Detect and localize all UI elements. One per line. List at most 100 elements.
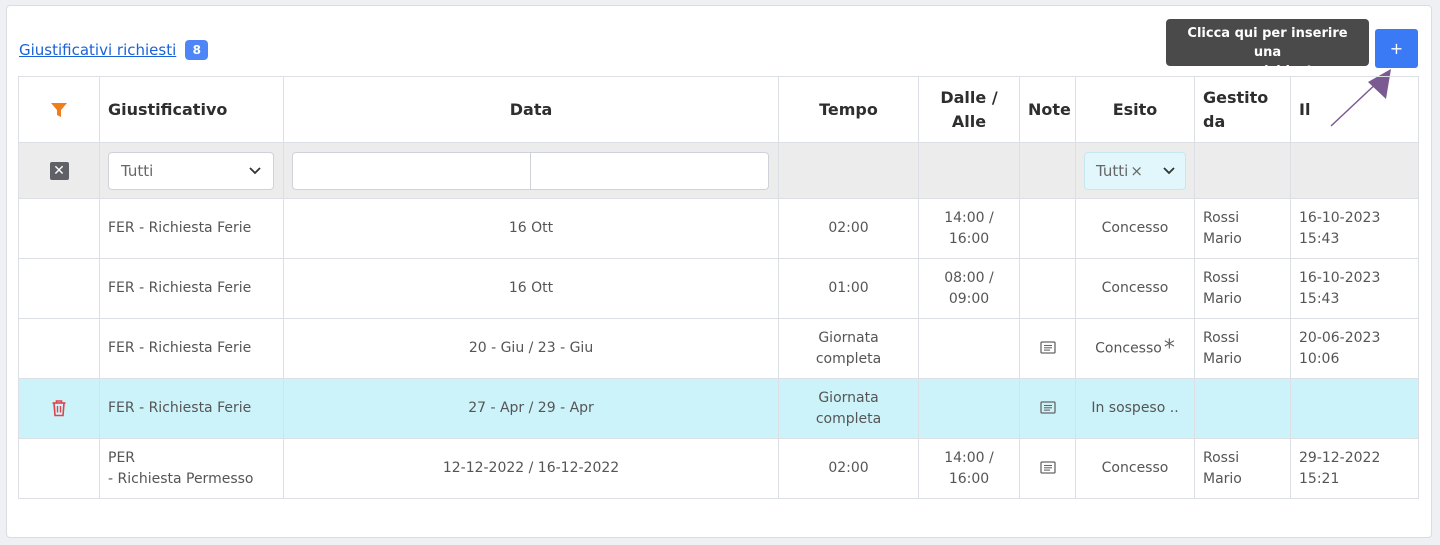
note-icon[interactable] [1039,341,1056,355]
il-time: 10:06 [1299,350,1340,367]
note-icon[interactable] [1039,401,1056,415]
dalle-alle-cell: 08:00 / 09:00 [918,258,1020,319]
giustificativo-text: FER - Richiesta Ferie [108,340,252,356]
row-action-cell [18,198,100,259]
il-time: 15:43 [1299,290,1340,307]
chevron-down-icon [249,166,261,174]
note-icon[interactable] [1039,461,1056,475]
header-dalle-line1: Dalle / [940,87,998,107]
tempo-line1: Giornata [818,329,879,346]
data-cell: 16 Ott [283,198,779,259]
add-request-button[interactable]: + [1375,29,1418,68]
dalle-alle-cell [918,318,1020,379]
row-action-cell [18,318,100,379]
filter-gestito-cell [1194,142,1291,199]
esito-cell: Concesso [1075,438,1195,499]
table-header-row: Giustificativo Data Tempo Dalle / Alle N… [18,76,1419,143]
tempo-line1: Giornata [818,389,879,406]
il-date: 16-10-2023 [1299,269,1381,286]
title-row: Giustificativi richiesti 8 [19,38,209,62]
giustificativo-code: PER [108,449,136,466]
tempo-line2: completa [815,410,882,427]
giustificativo-cell: FER - Richiesta Ferie [99,378,284,439]
add-request-tooltip: Clicca qui per inserire una nuova richie… [1166,19,1369,79]
header-giustificativo[interactable]: Giustificativo [99,76,284,143]
giustificativo-text: FER - Richiesta Ferie [108,400,252,416]
esito-cell: Concesso [1075,258,1195,319]
filter-esito-cell: Tutti × [1075,142,1195,199]
table-row[interactable]: FER - Richiesta Ferie 20 - Giu / 23 - Gi… [18,318,1419,379]
dalle-alle-cell: 14:00 / 16:00 [918,438,1020,499]
requests-table: Giustificativo Data Tempo Dalle / Alle N… [18,76,1419,499]
header-data[interactable]: Data [283,76,779,143]
clear-filters-icon[interactable]: ✕ [49,161,69,180]
row-action-cell [18,258,100,319]
gestito-surname: Rossi [1203,329,1240,346]
requests-title-link[interactable]: Giustificativi richiesti [19,41,176,59]
esito-filter-value: Tutti [1096,161,1129,180]
filter-note-cell [1019,142,1076,199]
il-cell: 29-12-2022 15:21 [1290,438,1419,499]
il-cell: 20-06-2023 10:06 [1290,318,1419,379]
header-gestito-da[interactable]: Gestito da [1194,76,1291,143]
il-date: 20-06-2023 [1299,329,1381,346]
giustificativo-filter-select[interactable]: Tutti [108,151,274,190]
filter-tempo-cell [778,142,919,199]
chevron-down-icon [1163,166,1175,174]
note-cell [1019,378,1076,439]
header-esito[interactable]: Esito [1075,76,1195,143]
date-from-input[interactable] [293,152,530,189]
gestito-surname: Rossi [1203,449,1240,466]
esito-cell: Concesso* [1075,318,1195,379]
data-cell: 12-12-2022 / 16-12-2022 [283,438,779,499]
data-cell: 27 - Apr / 29 - Apr [283,378,779,439]
gestito-surname: Rossi [1203,269,1240,286]
tempo-cell: Giornata completa [778,378,919,439]
tempo-cell: Giornata completa [778,318,919,379]
table-row[interactable]: FER - Richiesta Ferie 27 - Apr / 29 - Ap… [18,378,1419,439]
filter-funnel-icon[interactable] [50,101,68,119]
giustificativo-text: FER - Richiesta Ferie [108,220,252,236]
note-cell [1019,258,1076,319]
tempo-cell: 02:00 [778,198,919,259]
tooltip-line-1: Clicca qui per inserire una [1187,26,1348,60]
header-note[interactable]: Note [1019,76,1076,143]
giustificativo-cell: FER - Richiesta Ferie [99,198,284,259]
il-date: 16-10-2023 [1299,209,1381,226]
filter-column-header [18,76,100,143]
date-to-input[interactable] [531,152,768,189]
trash-icon[interactable] [51,399,67,417]
filter-il-cell [1290,142,1419,199]
table-row[interactable]: FER - Richiesta Ferie 16 Ott 02:00 14:00… [18,198,1419,259]
giustificativo-text: FER - Richiesta Ferie [108,280,252,296]
filter-clear-cell: ✕ [18,142,100,199]
giustificativo-cell: PER - Richiesta Permesso [99,438,284,499]
table-row[interactable]: PER - Richiesta Permesso 12-12-2022 / 16… [18,438,1419,499]
note-cell [1019,318,1076,379]
header-il[interactable]: Il [1290,76,1419,143]
row-action-cell [18,438,100,499]
giustificativo-cell: FER - Richiesta Ferie [99,318,284,379]
note-cell [1019,438,1076,499]
header-dalle-alle[interactable]: Dalle / Alle [918,76,1020,143]
gestito-name: Mario [1203,470,1242,487]
dalle-alle-cell: 14:00 / 16:00 [918,198,1020,259]
esito-filter-clear-icon[interactable]: × [1130,162,1143,180]
row-action-cell [18,378,100,439]
esito-text: Concesso [1095,340,1162,357]
header-tempo[interactable]: Tempo [778,76,919,143]
tempo-cell: 01:00 [778,258,919,319]
gestito-cell [1194,378,1291,439]
il-time: 15:43 [1299,230,1340,247]
esito-cell: In sospeso .. [1075,378,1195,439]
il-cell [1290,378,1419,439]
data-cell: 20 - Giu / 23 - Giu [283,318,779,379]
dalle-text: 08:00 / [944,269,994,286]
alle-text: 16:00 [948,470,990,487]
table-row[interactable]: FER - Richiesta Ferie 16 Ott 01:00 08:00… [18,258,1419,319]
asterisk-icon: * [1163,335,1175,361]
header-gestito-line1: Gestito [1203,87,1269,107]
dalle-alle-cell [918,378,1020,439]
esito-filter-select[interactable]: Tutti × [1084,151,1186,190]
filter-row: ✕ Tutti Tutti × [18,142,1419,199]
